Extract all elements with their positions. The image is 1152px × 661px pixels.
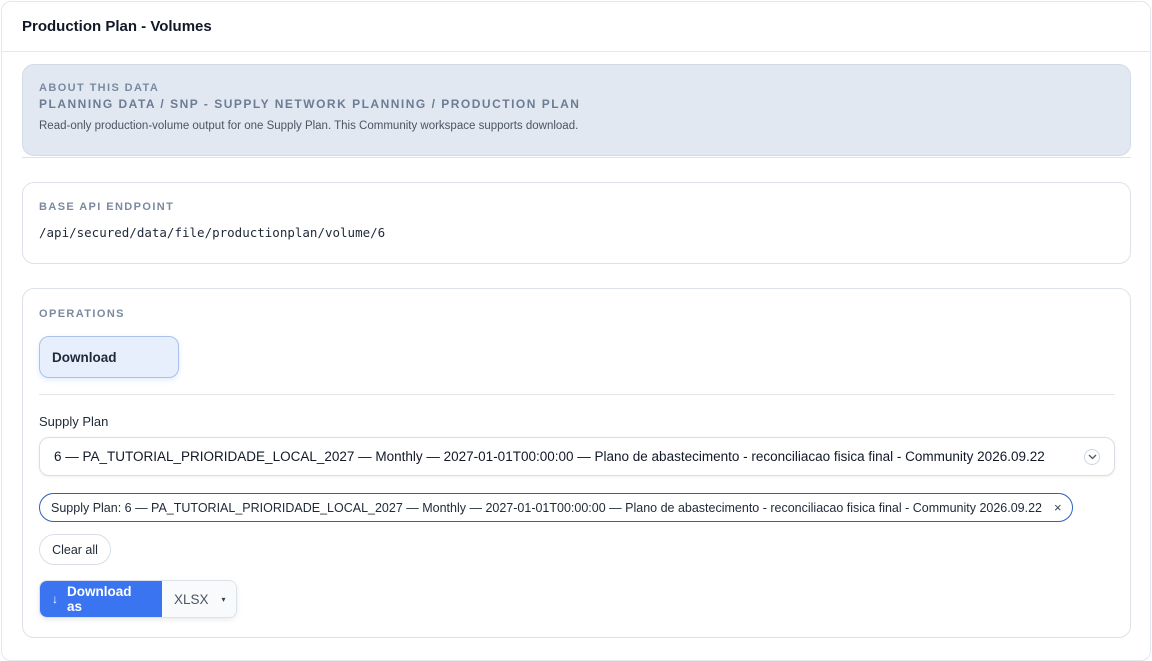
download-as-label: Download as <box>67 584 132 614</box>
endpoint-value: /api/secured/data/file/productionplan/vo… <box>39 225 386 240</box>
endpoint-label: BASE API ENDPOINT <box>39 201 175 213</box>
operations-label: OPERATIONS <box>39 308 125 320</box>
format-select[interactable]: XLSX ▾ <box>162 581 236 617</box>
about-path: PLANNING DATA / SNP - SUPPLY NETWORK PLA… <box>39 97 581 111</box>
about-panel: ABOUT THIS DATA PLANNING DATA / SNP - SU… <box>22 64 1131 156</box>
filter-chip-label: Supply Plan: 6 — PA_TUTORIAL_PRIORIDADE_… <box>51 500 1043 515</box>
download-as-group: ↓ Download as XLSX ▾ <box>39 580 237 618</box>
page-header: Production Plan - Volumes <box>2 2 1150 52</box>
operations-card: OPERATIONS Download Supply Plan 6 — PA_T… <box>22 288 1131 638</box>
download-as-button[interactable]: ↓ Download as <box>40 581 162 617</box>
supply-plan-label: Supply Plan <box>39 414 109 429</box>
divider <box>39 394 1115 395</box>
download-operation-button[interactable]: Download <box>39 336 179 378</box>
chevron-down-icon[interactable] <box>1084 449 1100 465</box>
caret-down-icon: ▾ <box>221 594 226 604</box>
supply-plan-select[interactable]: 6 — PA_TUTORIAL_PRIORIDADE_LOCAL_2027 — … <box>39 437 1115 476</box>
format-value: XLSX <box>174 591 209 607</box>
filter-chip: Supply Plan: 6 — PA_TUTORIAL_PRIORIDADE_… <box>39 493 1073 522</box>
endpoint-card: BASE API ENDPOINT /api/secured/data/file… <box>22 182 1131 264</box>
page-title: Production Plan - Volumes <box>22 18 212 35</box>
about-eyebrow: ABOUT THIS DATA <box>39 82 160 94</box>
close-icon[interactable]: × <box>1054 500 1062 515</box>
app-window: Production Plan - Volumes ABOUT THIS DAT… <box>1 1 1151 661</box>
clear-all-button[interactable]: Clear all <box>39 534 111 565</box>
about-divider <box>22 157 1131 158</box>
arrow-down-icon: ↓ <box>52 592 58 606</box>
supply-plan-selected-value: 6 — PA_TUTORIAL_PRIORIDADE_LOCAL_2027 — … <box>54 449 1045 464</box>
about-description: Read-only production-volume output for o… <box>39 120 579 132</box>
